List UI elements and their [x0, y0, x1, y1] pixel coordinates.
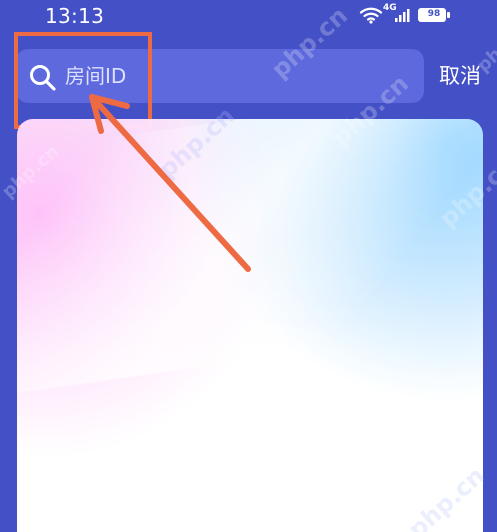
status-icons: 4G 98	[359, 3, 479, 25]
signal-icon	[395, 9, 410, 22]
status-time: 13:13	[45, 4, 105, 28]
battery-level: 98	[427, 9, 441, 19]
status-bar: 13:13 4G 98	[0, 0, 497, 34]
app-screen: 13:13 4G 98 房间ID 取消 php.cn php.cn php.cn…	[0, 0, 497, 532]
content-card	[17, 119, 483, 532]
wifi-icon	[359, 7, 383, 24]
card-glow	[17, 119, 483, 397]
cancel-button[interactable]: 取消	[434, 61, 486, 91]
annotation-highlight-box	[14, 32, 152, 129]
